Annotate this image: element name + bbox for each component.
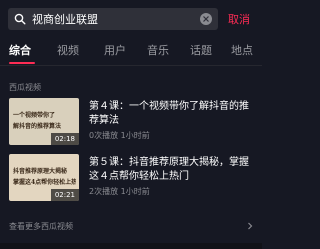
video-thumbnail: 一个视频带你了 解抖音的推荐算法 02:18 (9, 98, 79, 145)
tab-places[interactable]: 地点 (231, 42, 253, 58)
close-icon (203, 16, 209, 22)
search-results-screen: 视商创业联盟 取消 综合 视频 用户 音乐 话题 地点 西瓜视频 一个视频带你了… (0, 0, 262, 249)
view-more-link[interactable]: 查看更多西瓜视频 (9, 219, 254, 233)
view-more-label: 查看更多西瓜视频 (9, 221, 73, 231)
video-thumbnail: 抖音推荐原理大揭秘 掌握这4点帮你轻松上热门 02:21 (9, 154, 79, 201)
result-tabs: 综合 视频 用户 音乐 话题 地点 (0, 38, 262, 62)
tab-music[interactable]: 音乐 (147, 42, 169, 58)
tab-videos[interactable]: 视频 (57, 42, 79, 58)
chevron-right-icon (248, 222, 253, 230)
section-title: 西瓜视频 (9, 83, 41, 92)
video-title: 第５课：抖音推荐原理大揭秘，掌握这４点帮你轻松上热门 (89, 157, 249, 182)
search-input[interactable]: 视商创业联盟 (8, 8, 218, 30)
video-item[interactable]: 抖音推荐原理大揭秘 掌握这4点帮你轻松上热门 02:21 第５课：抖音推荐原理大… (9, 154, 254, 202)
thumbnail-caption: 掌握这4点帮你轻松上热门 (13, 179, 76, 186)
cancel-button[interactable]: 取消 (228, 11, 250, 27)
thumbnail-caption: 解抖音的推荐算法 (13, 123, 62, 130)
video-meta: 0次播放 1小时前 (89, 131, 150, 140)
video-meta: 2次播放 1小时前 (89, 187, 150, 196)
clear-search-button[interactable] (200, 13, 212, 25)
video-duration: 02:18 (50, 133, 79, 145)
section-divider (0, 243, 262, 249)
tab-users[interactable]: 用户 (104, 42, 126, 58)
thumbnail-caption: 抖音推荐原理大揭秘 (13, 168, 68, 175)
search-query-text: 视商创业联盟 (32, 13, 98, 26)
search-icon (14, 13, 26, 25)
video-title: 第４课：一个视频带你了解抖音的推荐算法 (89, 101, 249, 126)
tab-topics[interactable]: 话题 (190, 42, 212, 58)
active-tab-indicator (9, 62, 35, 64)
tab-comprehensive[interactable]: 综合 (9, 42, 31, 58)
thumbnail-caption: 一个视频带你了 (13, 112, 56, 119)
video-item[interactable]: 一个视频带你了 解抖音的推荐算法 02:18 第４课：一个视频带你了解抖音的推荐… (9, 98, 254, 146)
tabs-divider (0, 65, 262, 66)
video-duration: 02:21 (50, 189, 79, 201)
